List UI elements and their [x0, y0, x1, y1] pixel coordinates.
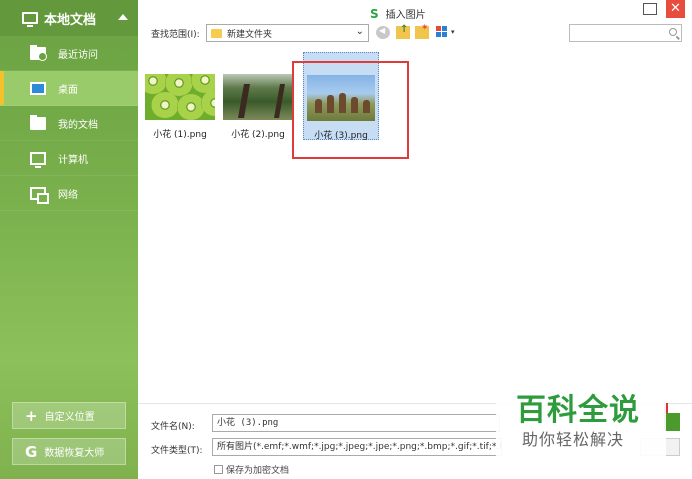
- encrypt-checkbox[interactable]: [214, 465, 223, 474]
- close-button[interactable]: ✕: [666, 0, 685, 18]
- plus-icon: +: [25, 406, 38, 425]
- maximize-button[interactable]: [643, 3, 657, 15]
- wps-logo-icon: S: [370, 6, 379, 21]
- file-type-select[interactable]: 所有图片(*.emf;*.wmf;*.jpg;*.jpeg;*.jpe;*.pn…: [212, 438, 502, 456]
- watermark-subtitle: 助你轻松解决: [522, 430, 625, 449]
- network-icon: [30, 186, 49, 204]
- sidebar-header-label: 本地文档: [44, 12, 97, 28]
- watermark-title: 百科全说: [516, 393, 640, 428]
- highlight-box: [292, 61, 409, 159]
- sidebar-item-recent[interactable]: 最近访问: [0, 36, 138, 71]
- sidebar-item-network[interactable]: 网络: [0, 176, 138, 211]
- file-item[interactable]: 小花 (1).png: [144, 74, 216, 140]
- sidebar-item-label: 计算机: [58, 154, 88, 166]
- file-name-field[interactable]: 小花 (3).png: [212, 414, 500, 432]
- sidebar-item-documents[interactable]: 我的文档: [0, 106, 138, 141]
- sidebar-header[interactable]: 本地文档: [0, 0, 138, 36]
- computer-icon: [30, 151, 46, 168]
- file-name: 小花 (1).png: [153, 130, 207, 140]
- search-icon[interactable]: [669, 28, 677, 36]
- data-recovery-label: 数据恢复大师: [44, 448, 105, 459]
- file-type-label: 文件类型(T):: [151, 446, 203, 456]
- file-name: 小花 (2).png: [231, 130, 285, 140]
- new-folder-button[interactable]: [415, 23, 429, 39]
- collapse-arrow-icon[interactable]: [118, 14, 128, 20]
- sidebar-item-desktop[interactable]: 桌面: [0, 71, 138, 106]
- folder-icon: [211, 28, 222, 38]
- back-button[interactable]: [376, 26, 390, 39]
- look-in-select[interactable]: 新建文件夹 ⌄: [206, 24, 369, 42]
- view-menu-arrow-icon[interactable]: ▾: [451, 28, 455, 36]
- sidebar-item-computer[interactable]: 计算机: [0, 141, 138, 176]
- sidebar-item-label: 网络: [58, 189, 78, 201]
- up-folder-button[interactable]: [396, 24, 410, 39]
- desktop-icon: [30, 81, 46, 95]
- chevron-down-icon: ⌄: [355, 26, 364, 37]
- look-in-value: 新建文件夹: [227, 29, 273, 40]
- sidebar: 本地文档 最近访问 桌面 我的文档 计算机 网络 + 自定义位置 G 数据恢复大…: [0, 0, 138, 479]
- documents-folder-icon: [30, 114, 46, 130]
- view-grid-icon: [436, 26, 441, 31]
- custom-location-button[interactable]: + 自定义位置: [12, 402, 126, 429]
- look-in-label: 查找范围(I):: [151, 30, 200, 40]
- recent-folder-icon: [30, 44, 47, 61]
- file-thumbnail: [145, 74, 215, 120]
- file-thumbnail: [223, 74, 293, 120]
- file-item[interactable]: 小花 (2).png: [222, 74, 294, 140]
- window-title-text: 插入图片: [385, 10, 426, 21]
- file-name-label: 文件名(N):: [151, 422, 195, 432]
- recovery-icon: G: [25, 442, 38, 461]
- window-title: S 插入图片: [370, 6, 426, 22]
- view-menu-button[interactable]: [436, 26, 448, 39]
- encrypt-option[interactable]: 保存为加密文档: [214, 463, 289, 476]
- sidebar-item-label: 最近访问: [58, 49, 98, 61]
- sidebar-item-label: 桌面: [58, 84, 78, 96]
- monitor-icon: [22, 12, 38, 27]
- sidebar-item-label: 我的文档: [58, 119, 98, 131]
- search-input[interactable]: [569, 24, 682, 42]
- data-recovery-button[interactable]: G 数据恢复大师: [12, 438, 126, 465]
- custom-location-label: 自定义位置: [44, 412, 95, 423]
- encrypt-label: 保存为加密文档: [226, 466, 290, 476]
- open-button[interactable]: [664, 413, 680, 431]
